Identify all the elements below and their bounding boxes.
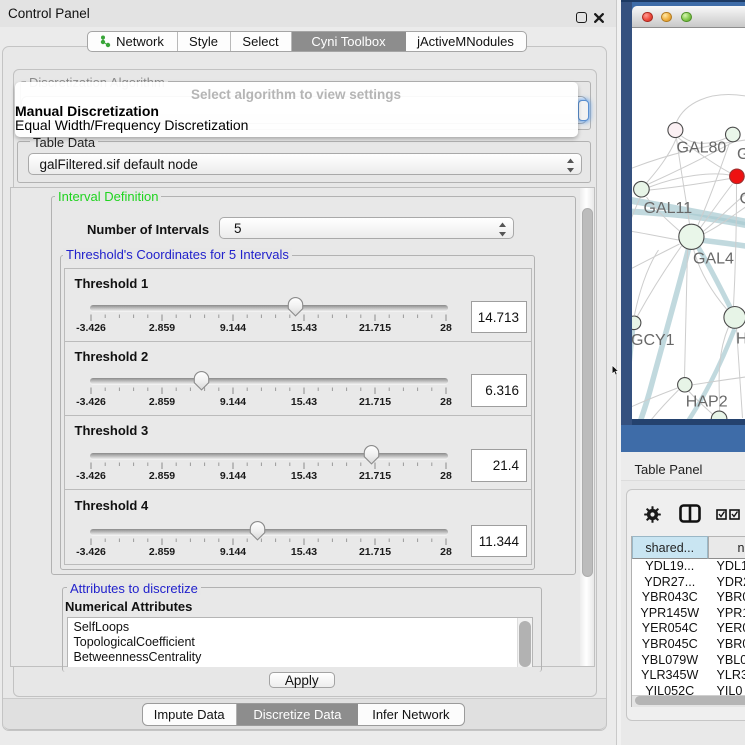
svg-text:C: C [739, 190, 745, 207]
svg-text:HAP2: HAP2 [685, 394, 727, 411]
svg-text:GCY1: GCY1 [632, 332, 675, 349]
svg-text:G.: G. [737, 146, 745, 163]
svg-text:GAL80: GAL80 [676, 139, 726, 156]
svg-text:GAL11: GAL11 [643, 200, 692, 217]
svg-text:GAL4: GAL4 [693, 250, 734, 267]
svg-text:H: H [736, 331, 745, 348]
